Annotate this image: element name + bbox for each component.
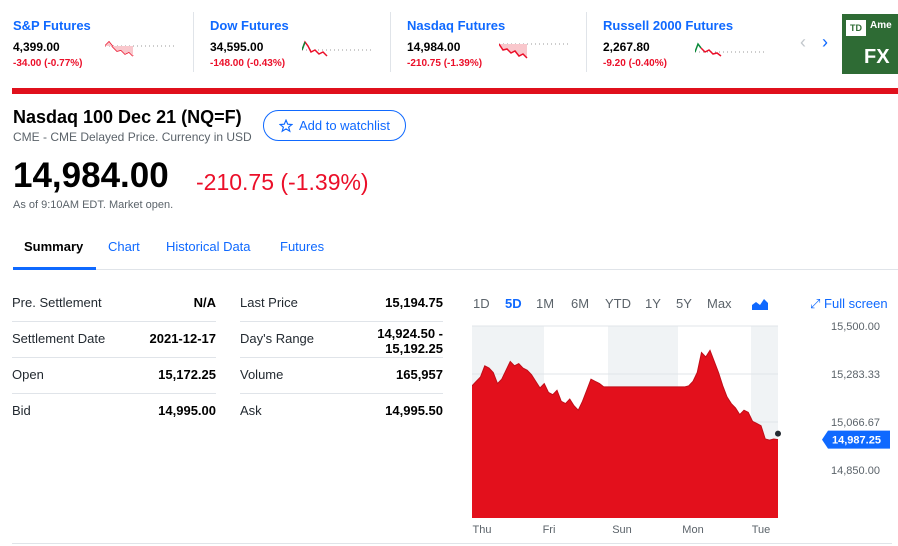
tab-futures[interactable]: Futures xyxy=(280,239,324,254)
stat-value: 14,995.50 xyxy=(385,403,443,418)
chart-y-tick-label: 15,283.33 xyxy=(831,369,880,381)
chart-x-tick-label: Mon xyxy=(682,524,703,536)
ticker-name[interactable]: S&P Futures xyxy=(13,18,91,33)
range-1m[interactable]: 1M xyxy=(536,296,554,311)
stat-row: Volume 165,957 xyxy=(240,358,443,394)
ticker-price: 34,595.00 xyxy=(210,40,264,54)
stat-label: Ask xyxy=(240,403,262,418)
stat-row: Last Price 15,194.75 xyxy=(240,286,443,322)
current-price: 14,984.00 xyxy=(13,156,169,195)
ticker-change: -210.75 (-1.39%) xyxy=(407,58,483,69)
ticker-prev-icon[interactable]: ‹ xyxy=(800,32,806,53)
range-1y[interactable]: 1Y xyxy=(645,296,661,311)
ticker-sparkline xyxy=(105,40,177,57)
days-range-high: 15,192.25 xyxy=(385,341,443,356)
stat-row: Settlement Date 2021-12-17 xyxy=(12,322,216,358)
tab-summary[interactable]: Summary xyxy=(24,239,83,254)
chart-x-tick-label: Tue xyxy=(752,524,771,536)
ticker-name[interactable]: Russell 2000 Futures xyxy=(603,18,733,33)
ticker-sp-futures[interactable]: S&P Futures 4,399.00 -34.00 (-0.77%) xyxy=(13,14,203,74)
ticker-name[interactable]: Nasdaq Futures xyxy=(407,18,505,33)
quote-tabs: Summary Chart Historical Data Futures xyxy=(13,236,898,270)
stat-value: 15,194.75 xyxy=(385,295,443,310)
stat-label: Day's Range xyxy=(240,331,315,346)
range-6m[interactable]: 6M xyxy=(571,296,589,311)
range-max[interactable]: Max xyxy=(707,296,732,311)
stat-label: Open xyxy=(12,367,44,382)
stat-label: Last Price xyxy=(240,295,298,310)
range-5y[interactable]: 5Y xyxy=(676,296,692,311)
market-status: As of 9:10AM EDT. Market open. xyxy=(13,199,174,211)
star-icon xyxy=(278,118,293,133)
stat-row: Open 15,172.25 xyxy=(12,358,216,394)
tab-historical-data[interactable]: Historical Data xyxy=(166,239,251,254)
stat-value: 2021-12-17 xyxy=(149,331,217,346)
days-range-low: 14,924.50 - xyxy=(377,326,443,341)
ad-fx-text: FX xyxy=(864,46,890,68)
ticker-nasdaq-futures[interactable]: Nasdaq Futures 14,984.00 -210.75 (-1.39%… xyxy=(407,14,597,74)
stat-label: Settlement Date xyxy=(12,331,106,346)
td-logo: TD xyxy=(846,20,866,36)
stat-row: Pre. Settlement N/A xyxy=(12,286,216,322)
stat-label: Pre. Settlement xyxy=(12,295,102,310)
ticker-change: -9.20 (-0.40%) xyxy=(603,58,667,69)
stat-value: 165,957 xyxy=(396,367,443,382)
ticker-sparkline xyxy=(499,43,571,59)
watchlist-label: Add to watchlist xyxy=(298,118,391,133)
section-divider xyxy=(12,543,892,544)
price-change: -210.75 (-1.39%) xyxy=(196,169,369,195)
ticker-dow-futures[interactable]: Dow Futures 34,595.00 -148.00 (-0.43%) xyxy=(210,14,400,74)
quote-subtitle: CME - CME Delayed Price. Currency in USD xyxy=(13,130,252,144)
chart-y-tick-label: 15,500.00 xyxy=(831,321,880,333)
chart-price-badge-label: 14,987.25 xyxy=(832,435,881,447)
chart-x-tick-label: Thu xyxy=(473,524,492,536)
stat-value: N/A xyxy=(193,295,216,310)
range-1d[interactable]: 1D xyxy=(473,296,490,311)
stat-row: Bid 14,995.00 xyxy=(12,394,216,430)
ticker-russell-futures[interactable]: Russell 2000 Futures 2,267.80 -9.20 (-0.… xyxy=(603,14,793,74)
ticker-sparkline xyxy=(302,40,374,57)
stat-value: 14,995.00 xyxy=(158,403,216,418)
ticker-next-icon[interactable]: › xyxy=(822,32,828,53)
ticker-change: -148.00 (-0.43%) xyxy=(210,58,286,69)
full-screen-label: Full screen xyxy=(824,296,888,311)
range-5d[interactable]: 5D xyxy=(505,296,522,311)
ticker-name[interactable]: Dow Futures xyxy=(210,18,289,33)
chart-current-point xyxy=(775,430,781,437)
range-ytd[interactable]: YTD xyxy=(605,296,631,311)
stat-row: Day's Range 14,924.50 - 15,192.25 xyxy=(240,322,443,358)
chart-x-tick-label: Sun xyxy=(612,524,632,536)
stat-row: Ask 14,995.50 xyxy=(240,394,443,430)
stat-value: 15,172.25 xyxy=(158,367,216,382)
add-to-watchlist-button[interactable]: Add to watchlist xyxy=(263,110,406,141)
stat-label: Volume xyxy=(240,367,284,382)
price-chart[interactable]: 15,500.00 15,283.33 15,066.67 14,850.00 14,9… xyxy=(472,318,898,540)
brand-bar xyxy=(12,88,898,94)
stat-value: 14,924.50 - 15,192.25 xyxy=(377,326,443,356)
ticker-price: 14,984.00 xyxy=(407,40,461,54)
ticker-sparkline xyxy=(695,42,767,57)
chart-x-tick-label: Fri xyxy=(543,524,556,536)
ad-brand-text: Ame xyxy=(870,20,892,31)
ticker-price: 4,399.00 xyxy=(13,40,60,54)
quote-title: Nasdaq 100 Dec 21 (NQ=F) xyxy=(13,107,242,127)
fx-advertisement[interactable]: TD Ame FX xyxy=(842,14,898,74)
full-screen-button[interactable]: ⤢ Full screen xyxy=(810,296,888,312)
tab-chart[interactable]: Chart xyxy=(108,239,140,254)
ticker-price: 2,267.80 xyxy=(603,40,650,54)
ticker-change: -34.00 (-0.77%) xyxy=(13,58,83,69)
chart-y-tick-label: 15,066.67 xyxy=(831,417,880,429)
chart-type-icon[interactable] xyxy=(752,297,768,310)
stat-label: Bid xyxy=(12,403,31,418)
active-tab-indicator xyxy=(13,267,96,270)
expand-icon: ⤢ xyxy=(810,296,821,311)
chart-y-tick-label: 14,850.00 xyxy=(831,465,880,477)
futures-ticker-strip: S&P Futures 4,399.00 -34.00 (-0.77%) Dow… xyxy=(0,0,898,88)
